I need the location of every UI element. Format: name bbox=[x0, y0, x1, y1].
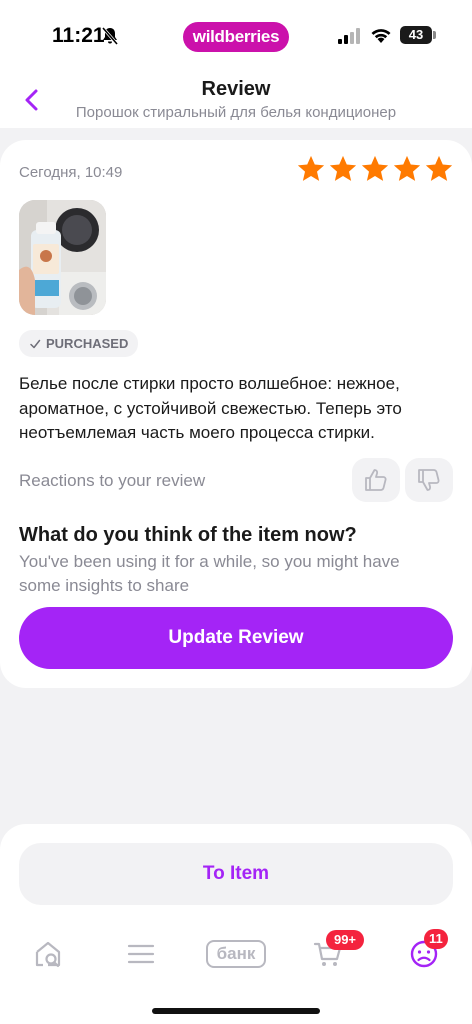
purchased-badge: PURCHASED bbox=[19, 330, 139, 357]
product-name: Порошок стиральный для белья кондиционер bbox=[75, 104, 397, 121]
status-bar: 11:21 wildberries 43 bbox=[0, 0, 472, 72]
review-card: Сегодня, 10:49 PURCHASED Белье после сти… bbox=[0, 140, 472, 688]
cart-count-badge: 99+ bbox=[326, 930, 364, 950]
like-button[interactable] bbox=[352, 458, 400, 502]
tab-bank[interactable]: банк bbox=[204, 932, 268, 976]
star-icon bbox=[393, 155, 421, 181]
review-photo[interactable] bbox=[19, 200, 106, 315]
rating-stars bbox=[296, 154, 454, 184]
catalog-menu-icon bbox=[127, 944, 155, 964]
tab-home[interactable] bbox=[26, 932, 70, 976]
dislike-button[interactable] bbox=[405, 458, 453, 502]
status-time: 11:21 bbox=[52, 24, 105, 47]
star-icon bbox=[297, 155, 325, 181]
thumbs-up-icon bbox=[365, 469, 387, 491]
page-title: Review bbox=[201, 78, 271, 100]
star-icon bbox=[329, 155, 357, 181]
battery-icon: 43 bbox=[400, 26, 432, 44]
review-text: Белье после стирки просто волшебное: неж… bbox=[19, 374, 402, 442]
review-date: Сегодня, 10:49 bbox=[19, 164, 123, 181]
review-photo-image bbox=[19, 200, 106, 315]
star-icon bbox=[425, 155, 453, 181]
update-review-button[interactable]: Update Review bbox=[19, 607, 453, 669]
bell-muted-icon bbox=[100, 26, 120, 51]
thumbs-down-icon bbox=[418, 469, 440, 491]
bottom-panel: To Item банк 99+ 11 bbox=[0, 824, 472, 1024]
profile-count-badge: 11 bbox=[424, 929, 448, 949]
tab-profile[interactable]: 11 bbox=[402, 929, 448, 976]
home-indicator bbox=[152, 1008, 320, 1014]
prompt-title: What do you think of the item now? bbox=[19, 524, 357, 546]
star-icon bbox=[361, 155, 389, 181]
check-icon bbox=[30, 339, 41, 348]
tab-bar: банк 99+ 11 bbox=[0, 929, 472, 976]
to-item-button[interactable]: To Item bbox=[19, 843, 453, 905]
tab-catalog[interactable] bbox=[119, 932, 163, 976]
bank-icon: банк bbox=[206, 940, 266, 968]
purchased-label: PURCHASED bbox=[46, 336, 129, 351]
prompt-subtitle: You've been using it for a while, so you… bbox=[19, 552, 400, 595]
cellular-signal-icon bbox=[338, 28, 362, 49]
page-header: Review Порошок стиральный для белья конд… bbox=[0, 72, 472, 128]
battery-level: 43 bbox=[408, 27, 424, 42]
wifi-icon bbox=[370, 26, 392, 49]
brand-logo: wildberries bbox=[183, 22, 289, 52]
home-search-icon bbox=[35, 941, 61, 968]
reactions-label: Reactions to your review bbox=[19, 471, 206, 490]
tab-cart[interactable]: 99+ bbox=[306, 930, 364, 976]
battery-tip bbox=[433, 31, 436, 39]
